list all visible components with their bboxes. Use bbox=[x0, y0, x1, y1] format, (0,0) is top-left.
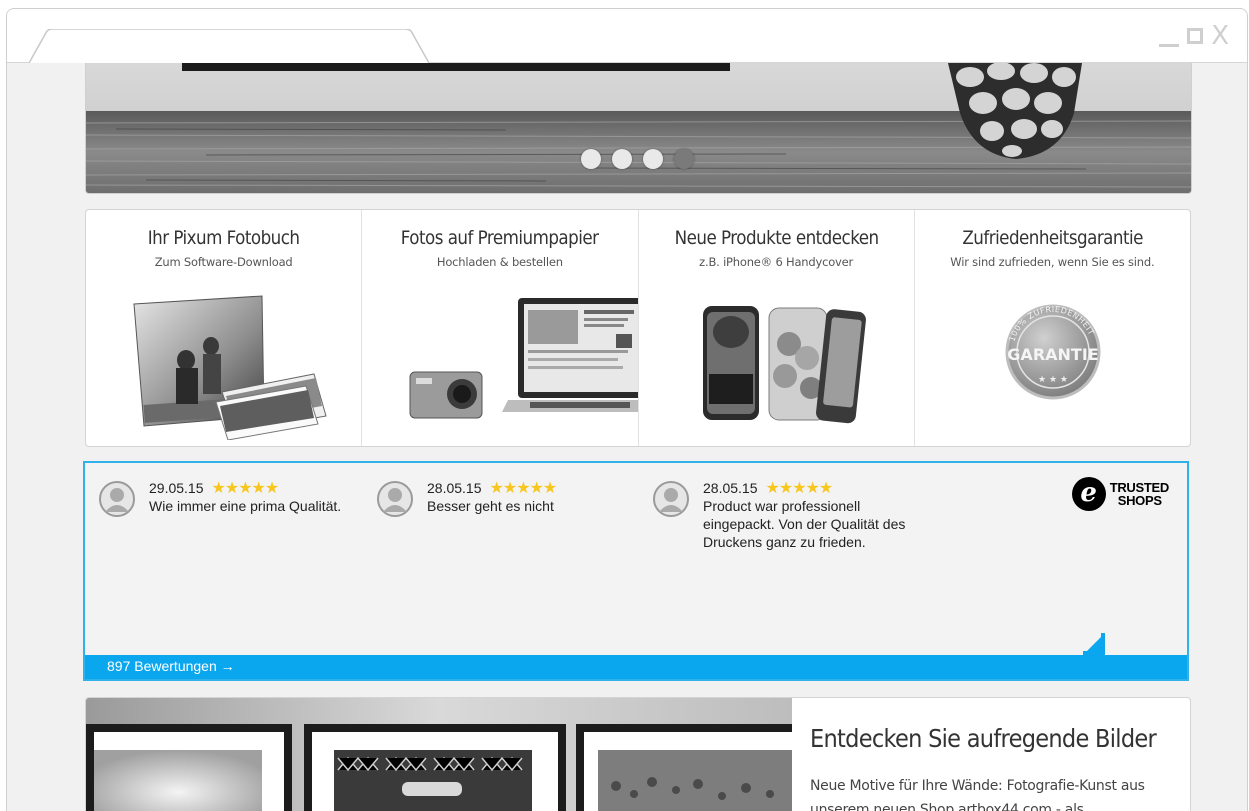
card-title: Ihr Pixum Fotobuch bbox=[147, 227, 300, 249]
card-subtitle: z.B. iPhone® 6 Handycover bbox=[699, 255, 854, 269]
review-date: 29.05.15 bbox=[149, 480, 204, 496]
slider-dots bbox=[581, 149, 694, 169]
review-text: Wie immer eine prima Qualität. bbox=[149, 498, 342, 514]
review-text: Product war professionell eingepackt. Vo… bbox=[703, 498, 906, 550]
card-title: Fotos auf Premiumpapier bbox=[401, 227, 599, 249]
trusted-shops-line2: SHOPS bbox=[1117, 493, 1162, 508]
slider-dot[interactable] bbox=[643, 149, 663, 169]
seal-stars-icon: ★ ★ ★ bbox=[1038, 375, 1068, 385]
slider-dot[interactable] bbox=[581, 149, 601, 169]
slider-dot[interactable] bbox=[612, 149, 632, 169]
promo-card-premiumpapier[interactable]: Fotos auf Premiumpapier Hochladen & best… bbox=[362, 210, 639, 446]
title-bar: X bbox=[7, 9, 1247, 63]
art-description: Neue Motive für Ihre Wände: Fotografie-K… bbox=[810, 778, 1145, 811]
promo-card-neue-produkte[interactable]: Neue Produkte entdecken z.B. iPhone® 6 H… bbox=[639, 210, 915, 446]
page-content: Ihr Pixum Fotobuch Zum Software-Download bbox=[7, 63, 1247, 811]
review-date: 28.05.15 bbox=[703, 480, 758, 496]
bar-notch bbox=[1083, 633, 1105, 655]
review-text: Besser geht es nicht bbox=[427, 498, 554, 514]
seal-text: GARANTIE bbox=[1007, 345, 1098, 364]
rating-count-bar: 897 Bewertungen → bbox=[85, 633, 1187, 679]
card-subtitle: Zum Software-Download bbox=[154, 255, 293, 269]
promo-cards: Ihr Pixum Fotobuch Zum Software-Download bbox=[85, 209, 1191, 447]
guarantee-seal-icon: 100% ZUFRIEDENHEIT GARANTIE ★ ★ ★ bbox=[1005, 304, 1101, 400]
reviews-widget: 29.05.15 ★★★★★ Wie immer eine prima Quali… bbox=[83, 461, 1189, 681]
minimize-icon[interactable] bbox=[1159, 43, 1180, 47]
art-promo[interactable]: Entdecken Sie aufregende Bilder Neue Mot… bbox=[85, 697, 1191, 811]
promo-card-fotobuch[interactable]: Ihr Pixum Fotobuch Zum Software-Download bbox=[86, 210, 363, 446]
user-avatar-icon bbox=[653, 481, 689, 517]
star-rating-icon: ★★★★★ bbox=[211, 478, 280, 497]
card-title: Neue Produkte entdecken bbox=[674, 227, 879, 249]
card-subtitle: Hochladen & bestellen bbox=[436, 255, 563, 269]
user-avatar-icon bbox=[99, 481, 135, 517]
slider-dot-active[interactable] bbox=[674, 149, 694, 169]
maximize-icon[interactable] bbox=[1187, 28, 1204, 44]
card-title: Zufriedenheitsgarantie bbox=[962, 227, 1143, 249]
trusted-shops-logo[interactable]: e TRUSTED SHOPS bbox=[1071, 477, 1169, 511]
reviews-count-link[interactable]: 897 Bewertungen → bbox=[107, 658, 235, 674]
laptop-camera-image bbox=[409, 298, 639, 419]
star-rating-icon: ★★★★★ bbox=[489, 478, 558, 497]
window-controls: X bbox=[1159, 21, 1229, 51]
trusted-shops-icon: e bbox=[1071, 477, 1106, 511]
hero-slider[interactable] bbox=[85, 63, 1192, 194]
review-date: 28.05.15 bbox=[427, 480, 482, 496]
photobook-image bbox=[133, 295, 327, 440]
close-icon[interactable]: X bbox=[1211, 23, 1229, 49]
browser-tab[interactable] bbox=[29, 29, 429, 63]
art-title: Entdecken Sie aufregende Bilder bbox=[810, 724, 1157, 753]
hero-image bbox=[86, 63, 1191, 193]
framed-pictures-image bbox=[86, 698, 792, 811]
user-avatar-icon bbox=[377, 481, 413, 517]
phone-covers-image bbox=[702, 306, 866, 424]
browser-window: X Ihr Pixum Fotobuch Zum Software-Downlo… bbox=[6, 8, 1248, 811]
star-rating-icon: ★★★★★ bbox=[765, 478, 834, 497]
card-subtitle: Wir sind zufrieden, wenn Sie es sind. bbox=[950, 255, 1155, 269]
promo-card-zufriedenheitsgarantie[interactable]: Zufriedenheitsgarantie Wir sind zufriede… bbox=[915, 210, 1190, 446]
